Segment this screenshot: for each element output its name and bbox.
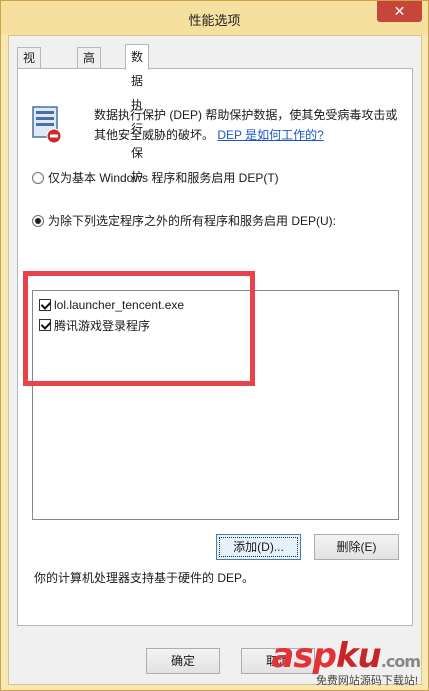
close-button[interactable]: ✕ xyxy=(377,1,422,22)
dialog-client-area: 视觉效果 高级 数据执行保护 数据执行保护 (DEP) 帮助保护数据，使其免受病… xyxy=(8,35,422,685)
radio-basic-dep-indicator[interactable] xyxy=(32,171,44,184)
radio-all-except-dep[interactable]: 为除下列选定程序之外的所有程序和服务启用 DEP(U): xyxy=(32,212,336,229)
performance-options-window: 性能选项 ✕ 视觉效果 高级 数据执行保护 数据执行保护 (DEP) 帮助保护数… xyxy=(0,0,429,691)
dep-description-line2: 其他安全威胁的破坏。 xyxy=(94,128,215,142)
tab-visual-effects[interactable]: 视觉效果 xyxy=(17,47,42,125)
dep-help-link[interactable]: DEP 是如何工作的? xyxy=(217,128,323,142)
window-title: 性能选项 xyxy=(188,13,241,28)
site-watermark-logo: aspku.com xyxy=(271,636,421,676)
radio-all-except-dep-indicator[interactable] xyxy=(32,214,44,227)
hardware-dep-status: 你的计算机处理器支持基于硬件的 DEP。 xyxy=(34,571,255,585)
program-exclusion-list[interactable]: lol.launcher_tencent.exe 腾讯游戏登录程序 xyxy=(23,271,399,520)
watermark-accent: ku xyxy=(335,636,382,676)
add-button[interactable]: 添加(D)... xyxy=(216,534,301,560)
watermark-subtitle: 免费网站源码下载站! xyxy=(315,675,418,687)
radio-basic-dep-label: 仅为基本 Windows 程序和服务启用 DEP(T) xyxy=(48,171,279,185)
ok-button[interactable]: 确定 xyxy=(146,648,220,674)
radio-basic-dep[interactable]: 仅为基本 Windows 程序和服务启用 DEP(T) xyxy=(32,169,279,186)
tab-dep[interactable]: 数据执行保护 xyxy=(125,44,150,184)
red-highlight-box xyxy=(23,271,255,386)
watermark-main: asp xyxy=(271,636,337,676)
tab-advanced[interactable]: 高级 xyxy=(77,47,102,85)
dep-panel: 数据执行保护 (DEP) 帮助保护数据，使其免受病毒攻击或 其他安全威胁的破坏。… xyxy=(17,68,413,626)
watermark-suffix: .com xyxy=(380,652,421,671)
title-bar[interactable]: 性能选项 ✕ xyxy=(1,1,428,35)
remove-button[interactable]: 删除(E) xyxy=(314,534,399,560)
dep-shield-icon xyxy=(32,106,62,144)
radio-all-except-dep-label: 为除下列选定程序之外的所有程序和服务启用 DEP(U): xyxy=(48,214,337,228)
